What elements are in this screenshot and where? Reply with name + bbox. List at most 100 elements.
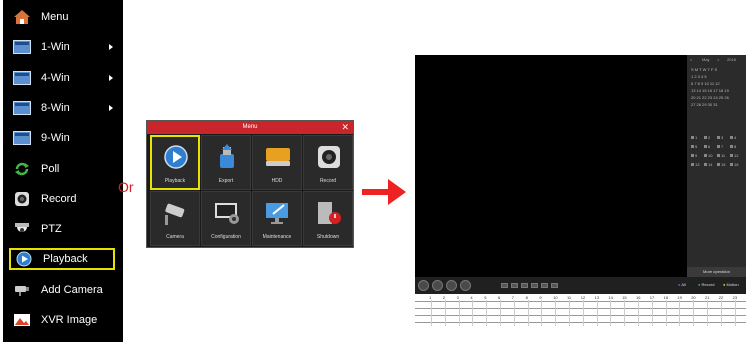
menu-tile-configuration[interactable]: Configuration [201, 191, 251, 246]
menu-tile-label: Camera [166, 234, 184, 240]
timeline-tick [610, 300, 612, 326]
menu-tile-export[interactable]: Export [201, 135, 251, 190]
maintenance-icon [264, 200, 292, 226]
menu-tile-label: Configuration [211, 234, 241, 240]
menu-item-4-win[interactable]: 4-Win [3, 67, 119, 89]
submenu-arrow-icon [109, 44, 113, 51]
playback-controls: ● All ● Record ● Motion [415, 277, 746, 294]
calendar-week-row[interactable]: 6 7 8 9 10 11 12 [691, 81, 720, 86]
video-area[interactable] [415, 55, 687, 277]
channel-checkbox[interactable]: 11 [717, 153, 725, 158]
menu-item-8-win[interactable]: 8-Win [3, 97, 119, 119]
menu-tile-label: Maintenance [262, 234, 292, 240]
timeline-tick [541, 300, 543, 326]
timeline-divider [415, 308, 746, 309]
play-button[interactable] [418, 280, 429, 291]
close-icon[interactable]: ✕ [341, 121, 349, 134]
menu-tile-label: HDD [271, 178, 283, 184]
control-small-button[interactable] [541, 283, 548, 288]
timeline-tick [624, 300, 626, 326]
channel-label: 13 [695, 162, 700, 167]
menu-item-9-win[interactable]: 9-Win [3, 127, 119, 149]
calendar-week-row[interactable]: 1 2 3 4 5 [691, 74, 707, 79]
control-small-button[interactable] [531, 283, 538, 288]
menu-item-label: 9-Win [41, 132, 70, 145]
channel-checkbox[interactable]: 2 [704, 135, 710, 140]
channel-label: 5 [695, 144, 698, 149]
menu-item-label: Record [41, 192, 77, 205]
calendar-week-row[interactable]: 13 14 15 16 17 18 19 [691, 88, 729, 93]
menu-dialog-title: Menu [147, 121, 353, 134]
record-icon [315, 144, 343, 170]
window-icon [12, 130, 32, 146]
menu-tile-maintenance[interactable]: Maintenance [252, 191, 302, 246]
timeline-tick [582, 300, 584, 326]
menu-tile-hdd[interactable]: HDD [252, 135, 302, 190]
channel-checkbox[interactable]: 12 [730, 153, 738, 158]
stop-button[interactable] [446, 280, 457, 291]
timeline[interactable]: 1 2 3 4 5 6 7 8 9 10 11 12 13 14 15 16 17 18 19 20 21 22 23 [415, 294, 746, 326]
menu-item-poll[interactable]: Poll [3, 158, 119, 180]
timeline-tick [500, 300, 501, 326]
menu-item-1-win[interactable]: 1-Win [3, 36, 119, 58]
channel-label: 12 [734, 153, 739, 158]
timeline-divider [415, 322, 746, 323]
main-menu-dialog: Menu ✕ Playback Export HDD Record Camera Conf… [146, 120, 354, 248]
channel-checkbox[interactable]: 9 [691, 153, 697, 158]
add-camera-icon [12, 282, 32, 298]
timeline-tick [693, 300, 695, 326]
prev-month-button[interactable]: < [690, 57, 692, 62]
menu-tile-shutdown[interactable]: Shutdown [303, 191, 353, 246]
channel-checkbox[interactable]: 1 [691, 135, 697, 140]
refresh-icon [12, 161, 32, 177]
channel-checkbox[interactable]: 3 [717, 135, 723, 140]
menu-tile-camera[interactable]: Camera [150, 191, 200, 246]
channel-checkbox[interactable]: 6 [704, 144, 710, 149]
menu-item-ptz[interactable]: PTZ [3, 218, 119, 240]
channel-checkbox[interactable]: 16 [730, 162, 738, 167]
channel-checkbox[interactable]: 4 [730, 135, 736, 140]
playback-icon [14, 251, 34, 267]
control-small-button[interactable] [511, 283, 518, 288]
filter-all[interactable]: ● All [678, 282, 686, 287]
timeline-tick [431, 300, 432, 326]
channel-checkbox[interactable]: 8 [730, 144, 736, 149]
menu-tile-record[interactable]: Record [303, 135, 353, 190]
calendar-week-row[interactable]: 20 21 22 23 24 25 26 [691, 95, 729, 100]
channel-label: 8 [734, 144, 737, 149]
channel-checkbox[interactable]: 13 [691, 162, 699, 167]
more-operation-button[interactable]: More operation [687, 267, 746, 277]
menu-item-add-camera[interactable]: Add Camera [3, 279, 119, 301]
timeline-tick [707, 300, 708, 326]
timeline-tick [472, 300, 474, 326]
filter-motion[interactable]: ● Motion [723, 282, 739, 287]
channel-checkbox[interactable]: 14 [704, 162, 712, 167]
channel-label: 1 [695, 135, 698, 140]
filter-record[interactable]: ● Record [698, 282, 714, 287]
slow-button[interactable] [460, 280, 471, 291]
right-click-context-menu: Menu 1-Win 4-Win 8-Win 9-Win Poll Record PTZ Pla… [3, 0, 123, 342]
timeline-tick [596, 300, 598, 326]
record-icon [12, 191, 32, 207]
menu-item-playback[interactable]: Playback [9, 248, 115, 271]
channel-checkbox[interactable]: 5 [691, 144, 697, 149]
calendar-week-row[interactable]: 27 28 29 30 31 [691, 102, 718, 107]
channel-label: 16 [734, 162, 739, 167]
channel-checkbox[interactable]: 15 [717, 162, 725, 167]
channel-checkbox[interactable]: 10 [704, 153, 712, 158]
next-month-button[interactable]: > [717, 57, 719, 62]
timeline-tick [679, 300, 681, 326]
menu-item-menu[interactable]: Menu [3, 6, 119, 28]
timeline-tick [720, 300, 722, 326]
channel-label: 11 [721, 153, 726, 158]
control-small-button[interactable] [551, 283, 558, 288]
menu-tile-label: Shutdown [316, 234, 340, 240]
calendar-weekdays: S M T W T F S [691, 67, 718, 72]
menu-tile-playback[interactable]: Playback [150, 135, 200, 190]
channel-checkbox[interactable]: 7 [717, 144, 723, 149]
control-small-button[interactable] [521, 283, 528, 288]
pause-button[interactable] [432, 280, 443, 291]
menu-item-xvr-image[interactable]: XVR Image [3, 309, 119, 331]
control-small-button[interactable] [501, 283, 508, 288]
menu-item-record[interactable]: Record [3, 188, 119, 210]
